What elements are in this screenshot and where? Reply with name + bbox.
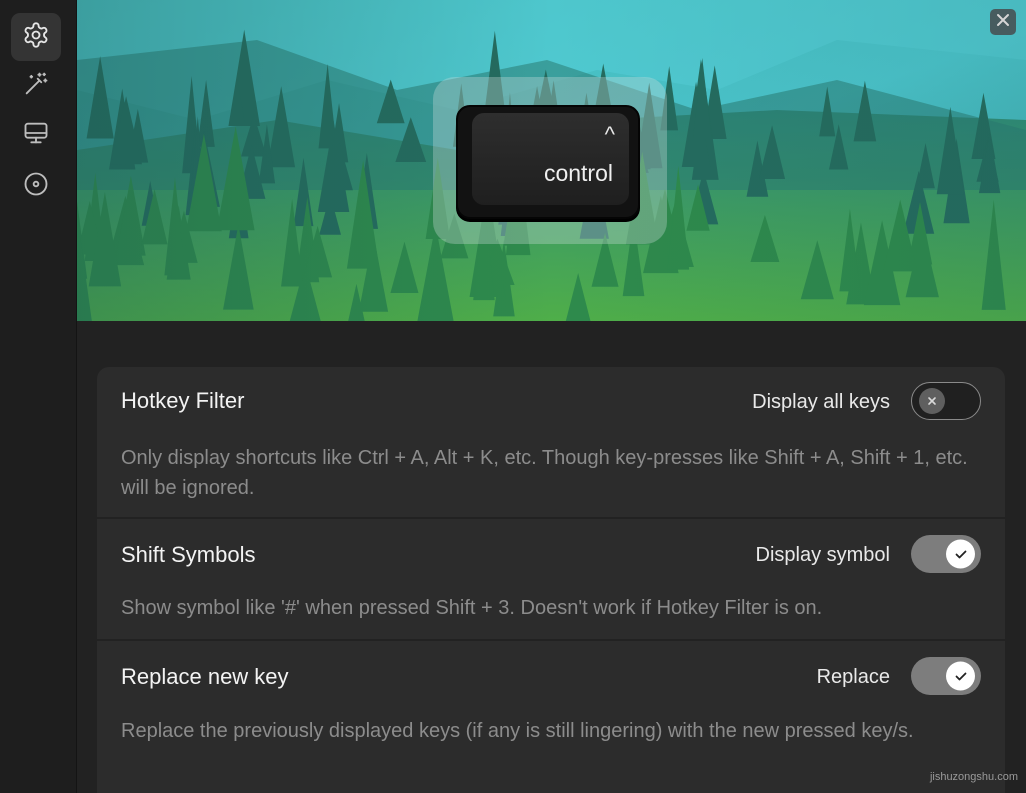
x-icon: [919, 388, 945, 414]
disc-icon: [22, 170, 50, 203]
toggle-label: Replace: [816, 666, 890, 688]
setting-title: Replace new key: [121, 664, 289, 689]
monitor-icon: [22, 119, 50, 152]
settings-panel: Hotkey Filter Display all keys Only disp…: [77, 321, 1026, 793]
keycap-face: ^ control: [472, 113, 629, 205]
check-icon: [946, 661, 975, 691]
sidebar-item-display[interactable]: [11, 111, 61, 159]
display-all-keys-toggle[interactable]: [911, 382, 981, 420]
setting-hotkey-filter: Hotkey Filter Display all keys Only disp…: [97, 367, 1005, 517]
key-preview-area: ^ control: [77, 0, 1026, 321]
display-symbol-toggle[interactable]: [911, 535, 981, 573]
sidebar-item-settings[interactable]: [11, 13, 61, 61]
setting-title: Hotkey Filter: [121, 388, 245, 413]
keycap-label: control: [543, 160, 613, 186]
watermark: jishuzongshu.com: [929, 771, 1018, 783]
replace-toggle[interactable]: [911, 657, 981, 695]
check-icon: [946, 539, 975, 569]
key-display-frame: ^ control: [433, 77, 667, 244]
setting-replace-new-key: Replace new key Replace Replace the prev…: [97, 641, 1005, 793]
app-window: ^ control Hotkey Filter Display all keys…: [0, 0, 1026, 793]
magic-wand-icon: [22, 70, 50, 103]
keycap-control: ^ control: [456, 105, 640, 219]
close-button[interactable]: [990, 9, 1016, 35]
setting-description: Show symbol like '#' when pressed Shift …: [121, 597, 823, 619]
close-icon: [995, 12, 1011, 33]
setting-description: Replace the previously displayed keys (i…: [121, 720, 914, 742]
setting-title: Shift Symbols: [121, 542, 256, 567]
setting-shift-symbols: Shift Symbols Display symbol Show symbol…: [97, 519, 1005, 639]
gear-icon: [22, 21, 50, 54]
caret-up-icon: ^: [604, 122, 615, 147]
sidebar-item-effects[interactable]: [11, 62, 61, 110]
sidebar-item-about[interactable]: [11, 162, 61, 210]
sidebar: [0, 0, 77, 793]
setting-description: Only display shortcuts like Ctrl + A, Al…: [121, 447, 968, 499]
toggle-label: Display symbol: [755, 544, 890, 566]
toggle-label: Display all keys: [752, 391, 890, 413]
